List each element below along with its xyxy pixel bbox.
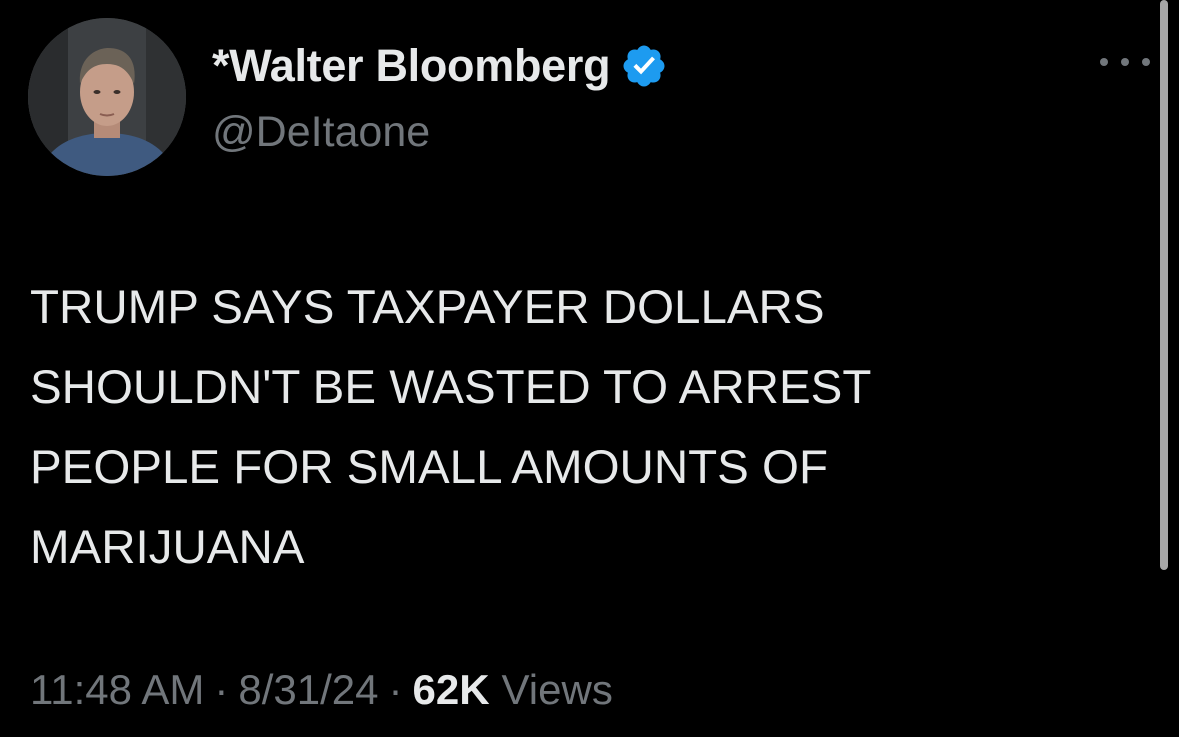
meta-separator: · <box>388 666 403 713</box>
views-label: Views <box>501 666 613 713</box>
more-dot-icon <box>1100 58 1108 66</box>
author-display-name[interactable]: *Walter Bloomberg <box>212 40 611 92</box>
more-dot-icon <box>1121 58 1129 66</box>
more-options-button[interactable] <box>1100 50 1150 74</box>
tweet-meta: 11:48 AM · 8/31/24 · 62K Views <box>30 666 613 714</box>
avatar-photo-icon <box>28 18 186 176</box>
tweet-text: TRUMP SAYS TAXPAYER DOLLARS SHOULDN'T BE… <box>30 281 872 574</box>
verified-badge-icon <box>620 42 668 90</box>
tweet-time[interactable]: 11:48 AM <box>30 666 204 714</box>
views-count[interactable]: 62K <box>412 666 489 714</box>
author-handle[interactable]: @DeItaone <box>212 108 430 157</box>
tweet-container: *Walter Bloomberg @DeItaone TRUMP SAYS T… <box>0 0 1179 737</box>
scrollbar[interactable] <box>1160 0 1168 570</box>
author-name-row: *Walter Bloomberg <box>212 40 668 92</box>
tweet-date[interactable]: 8/31/24 <box>238 666 378 714</box>
author-avatar[interactable] <box>28 18 186 176</box>
more-dot-icon <box>1142 58 1150 66</box>
meta-separator: · <box>214 666 229 713</box>
